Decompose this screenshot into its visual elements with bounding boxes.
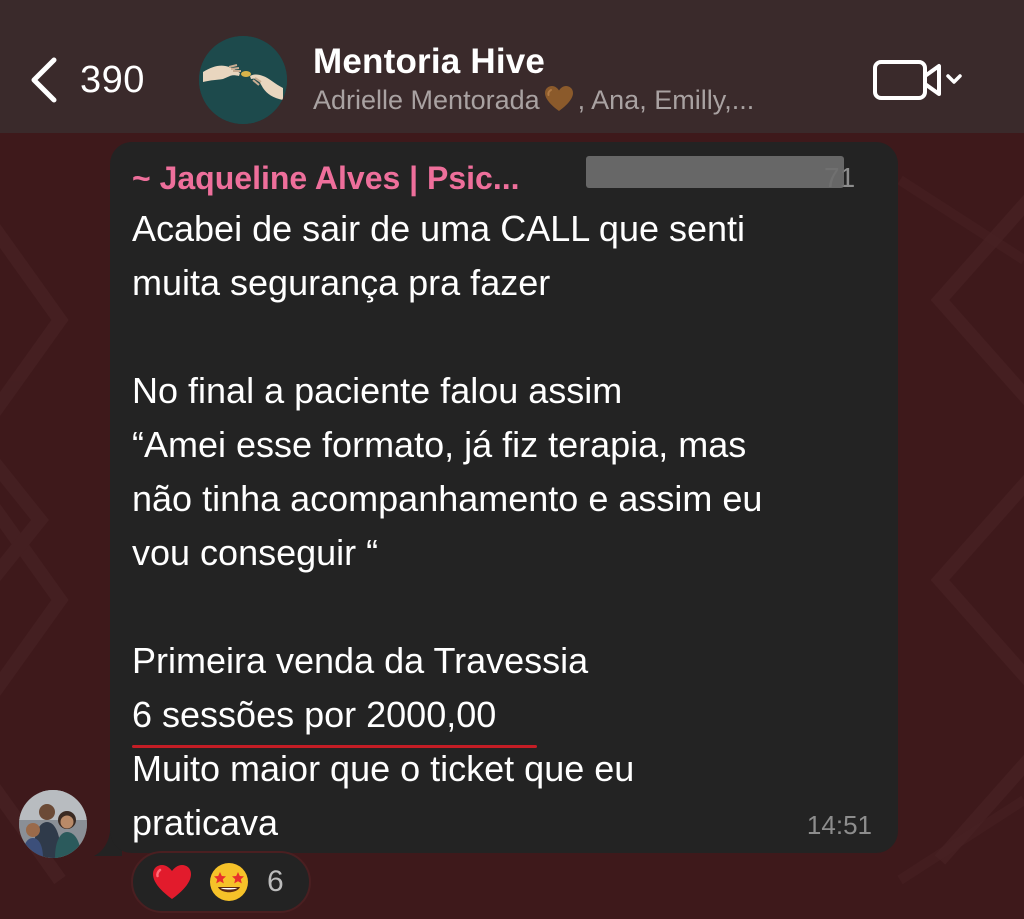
sender-avatar[interactable] — [19, 790, 87, 858]
message-bubble[interactable]: ~ Jaqueline Alves | Psic... 71 Acabei de… — [110, 142, 898, 853]
message-line: Acabei de sair de uma CALL que senti — [132, 208, 746, 249]
message-line: vou conseguir “ — [132, 532, 379, 573]
message-line: muita segurança pra fazer — [132, 262, 551, 303]
brown-heart-icon — [544, 86, 573, 111]
member-name: Adrielle Mentorada — [313, 85, 540, 115]
message-line: praticava — [132, 802, 279, 843]
unread-count: 390 — [80, 58, 145, 101]
message-line: “Amei esse formato, já fiz terapia, mas — [132, 424, 747, 465]
group-title[interactable]: Mentoria Hive — [313, 42, 545, 82]
message-line-underlined: 6 sessões por 2000,00 — [132, 688, 872, 748]
member-names: , Ana, Emilly,... — [577, 85, 755, 115]
reactions-pill[interactable]: 6 — [131, 851, 311, 913]
chevron-left-icon — [31, 57, 57, 103]
creation-hands-icon — [199, 36, 287, 124]
message-line: Muito maior que o ticket que eu — [132, 748, 635, 789]
sender-name[interactable]: ~ Jaqueline Alves | Psic... — [132, 160, 520, 197]
group-members-list[interactable]: Adrielle Mentorada , Ana, Emilly,... — [313, 85, 754, 116]
video-call-button[interactable] — [872, 55, 972, 105]
chat-header: 390 Mentoria Hive Adrielle Mentorada , A… — [0, 0, 1024, 133]
reaction-count: 6 — [267, 865, 284, 898]
message-line: No final a paciente falou assim — [132, 370, 623, 411]
back-button[interactable]: 390 — [28, 50, 145, 110]
star-struck-icon — [210, 863, 248, 901]
group-avatar[interactable] — [199, 36, 287, 124]
sender-photo-icon — [19, 790, 87, 858]
red-underline-mark — [132, 745, 537, 748]
message-timestamp: 14:51 — [806, 810, 872, 840]
video-camera-icon — [873, 60, 962, 100]
sale-offer-text: 6 sessões por 2000,00 — [132, 694, 497, 735]
phone-redaction — [586, 156, 844, 188]
message-line: Primeira venda da Travessia — [132, 640, 589, 681]
message-text: Acabei de sair de uma CALL que senti mui… — [132, 202, 872, 850]
red-heart-icon — [153, 865, 191, 899]
underlined-text: 6 sessões por 2000,00 — [132, 688, 537, 748]
message-line: não tinha acompanhamento e assim eu — [132, 478, 763, 519]
